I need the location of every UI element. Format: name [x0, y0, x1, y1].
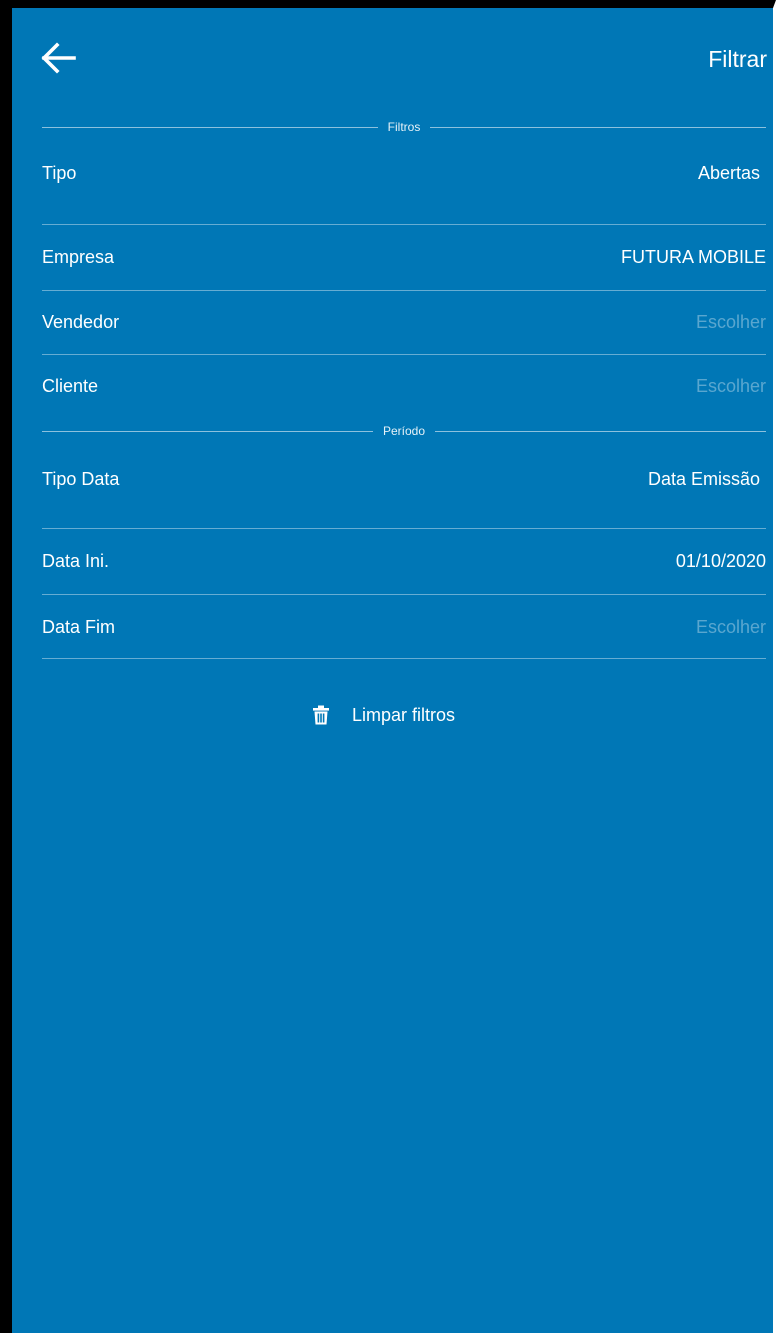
row-vendedor[interactable]: Vendedor Escolher: [42, 291, 766, 355]
cliente-value: Escolher: [695, 376, 766, 396]
section-divider-periodo: Período: [42, 421, 766, 441]
tipo-value: Abertas: [697, 163, 760, 183]
filter-apply-button[interactable]: Filtrar: [708, 46, 767, 73]
vendedor-label: Vendedor: [42, 312, 120, 332]
clear-filters-button[interactable]: Limpar filtros: [312, 700, 455, 730]
divider-line: [430, 126, 767, 128]
clear-filters-label: Limpar filtros: [352, 704, 456, 725]
section-title-periodo: Período: [382, 424, 426, 438]
top-bar: Filtrar: [12, 8, 773, 108]
row-tipo-data[interactable]: Tipo Data Data Emissão: [42, 445, 766, 529]
data-fim-value: Escolher: [695, 617, 766, 637]
row-data-fim[interactable]: Data Fim Escolher: [42, 595, 766, 659]
filter-screen: Filtrar Filtros Tipo Abertas Empresa FUT…: [12, 8, 773, 1333]
section-title-filtros: Filtros: [387, 120, 421, 134]
empresa-label: Empresa: [42, 247, 115, 267]
divider-line: [435, 430, 766, 432]
row-data-ini[interactable]: Data Ini. 01/10/2020: [42, 529, 766, 595]
back-button[interactable]: [38, 38, 78, 78]
divider-line: [42, 126, 378, 128]
vendedor-value: Escolher: [695, 312, 766, 332]
empresa-value: FUTURA MOBILE: [620, 247, 766, 267]
row-separator: [42, 658, 766, 659]
app-frame: Filtrar Filtros Tipo Abertas Empresa FUT…: [0, 0, 776, 1333]
row-tipo[interactable]: Tipo Abertas: [42, 143, 766, 225]
row-empresa[interactable]: Empresa FUTURA MOBILE: [42, 225, 766, 291]
arrow-left-icon: [41, 42, 76, 74]
data-ini-label: Data Ini.: [42, 551, 110, 571]
cliente-label: Cliente: [42, 376, 99, 396]
tipo-label: Tipo: [42, 163, 77, 183]
row-cliente[interactable]: Cliente Escolher: [42, 355, 766, 415]
data-ini-value: 01/10/2020: [675, 551, 766, 571]
section-divider-filtros: Filtros: [42, 117, 767, 137]
trash-icon: [312, 705, 330, 725]
data-fim-label: Data Fim: [42, 617, 116, 637]
divider-line: [42, 430, 373, 432]
tipo-data-label: Tipo Data: [42, 469, 120, 489]
tipo-data-value: Data Emissão: [647, 469, 760, 489]
